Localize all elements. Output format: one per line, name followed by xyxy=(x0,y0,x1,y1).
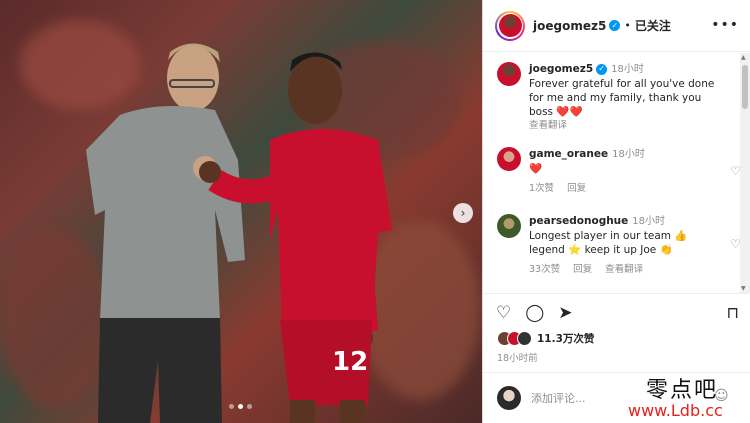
next-photo-button[interactable]: › xyxy=(453,203,473,223)
carousel-dot xyxy=(229,404,234,409)
likes-summary[interactable]: 11.3万次赞 xyxy=(497,331,594,346)
scroll-down-icon[interactable]: ▼ xyxy=(741,285,746,292)
shirt-number: 12 xyxy=(332,347,368,377)
send-icon[interactable]: ➤ xyxy=(558,303,572,323)
post-header: joegomez5 ✓ • 已关注 ••• xyxy=(483,0,750,52)
bookmark-icon[interactable]: ⊓ xyxy=(727,303,739,322)
manager-head xyxy=(167,45,219,111)
watermark-url: www.Ldb.cc xyxy=(628,401,723,420)
caption-emoji: ❤️❤️ xyxy=(556,106,583,118)
manager-trousers xyxy=(98,318,222,423)
players-illustration: 12 xyxy=(86,43,392,423)
heart-icon[interactable]: ♡ xyxy=(496,303,511,323)
liker-avatar xyxy=(517,331,532,346)
comments-list[interactable]: joegomez5 ✓ 18小时 Forever grateful for all … xyxy=(483,53,750,293)
likes-count[interactable]: 11.3万次赞 xyxy=(537,331,594,346)
carousel-dot xyxy=(247,404,252,409)
caption-time: 18小时 xyxy=(611,64,644,75)
comment-input[interactable] xyxy=(531,391,631,405)
watermark-title: 零点吧 xyxy=(646,378,719,403)
reply-button[interactable]: 回复 xyxy=(567,183,586,194)
comment-text: Longest player in our team 👍 legend ⭐ ke… xyxy=(529,230,688,256)
comment-item: pearsedonoghue 18小时 Longest player in our… xyxy=(497,214,737,277)
comment-item: game_oranee 18小时 ❤️ 1次赞 回复 xyxy=(497,147,737,196)
post-actions-bar: ♡ ◯ ➤ ⊓ xyxy=(483,293,750,331)
carousel-dot-active xyxy=(238,404,243,409)
comment-username[interactable]: pearsedonoghue xyxy=(529,215,628,227)
instagram-post-viewer: 12 › joegomez5 ✓ • 已关注 ••• joegomez5 ✓ 1… xyxy=(0,0,750,423)
comment-likes-count[interactable]: 1次赞 xyxy=(529,183,554,194)
post-timestamp: 18小时前 xyxy=(497,353,538,364)
commenter-avatar[interactable] xyxy=(497,214,521,238)
comment-emoji: ❤️ xyxy=(529,163,543,175)
scroll-up-icon[interactable]: ▲ xyxy=(741,54,746,61)
more-options-icon[interactable]: ••• xyxy=(711,17,739,33)
translate-link[interactable]: 查看翻译 xyxy=(529,119,719,133)
player-head xyxy=(288,56,342,124)
comments-scrollbar[interactable]: ▲ ▼ xyxy=(740,53,750,293)
header-separator: • xyxy=(624,19,631,32)
commenter-avatar[interactable] xyxy=(497,147,521,171)
verified-badge-icon: ✓ xyxy=(596,63,608,75)
post-side-panel: joegomez5 ✓ • 已关注 ••• joegomez5 ✓ 18小时 For… xyxy=(482,0,750,423)
translate-link[interactable]: 查看翻译 xyxy=(605,264,643,275)
comment-likes-count[interactable]: 33次赞 xyxy=(529,264,560,275)
comment-time: 18小时 xyxy=(632,216,666,227)
comment-username[interactable]: game_oranee xyxy=(529,148,608,160)
verified-badge-icon: ✓ xyxy=(609,20,621,31)
author-username[interactable]: joegomez5 xyxy=(533,19,606,33)
follow-status-button[interactable]: 已关注 xyxy=(635,17,671,34)
comment-icon[interactable]: ◯ xyxy=(525,303,544,323)
current-user-avatar xyxy=(497,386,521,410)
caption-username[interactable]: joegomez5 xyxy=(529,63,593,75)
author-avatar[interactable] xyxy=(497,62,521,86)
scrollbar-thumb[interactable] xyxy=(742,65,748,109)
carousel-dots xyxy=(229,404,252,409)
reply-button[interactable]: 回复 xyxy=(573,264,592,275)
manager-jacket xyxy=(86,106,245,320)
author-avatar[interactable] xyxy=(495,10,525,41)
comment-time: 18小时 xyxy=(612,149,645,160)
caption-item: joegomez5 ✓ 18小时 Forever grateful for all … xyxy=(497,62,737,133)
post-photo[interactable]: 12 › xyxy=(0,0,482,423)
